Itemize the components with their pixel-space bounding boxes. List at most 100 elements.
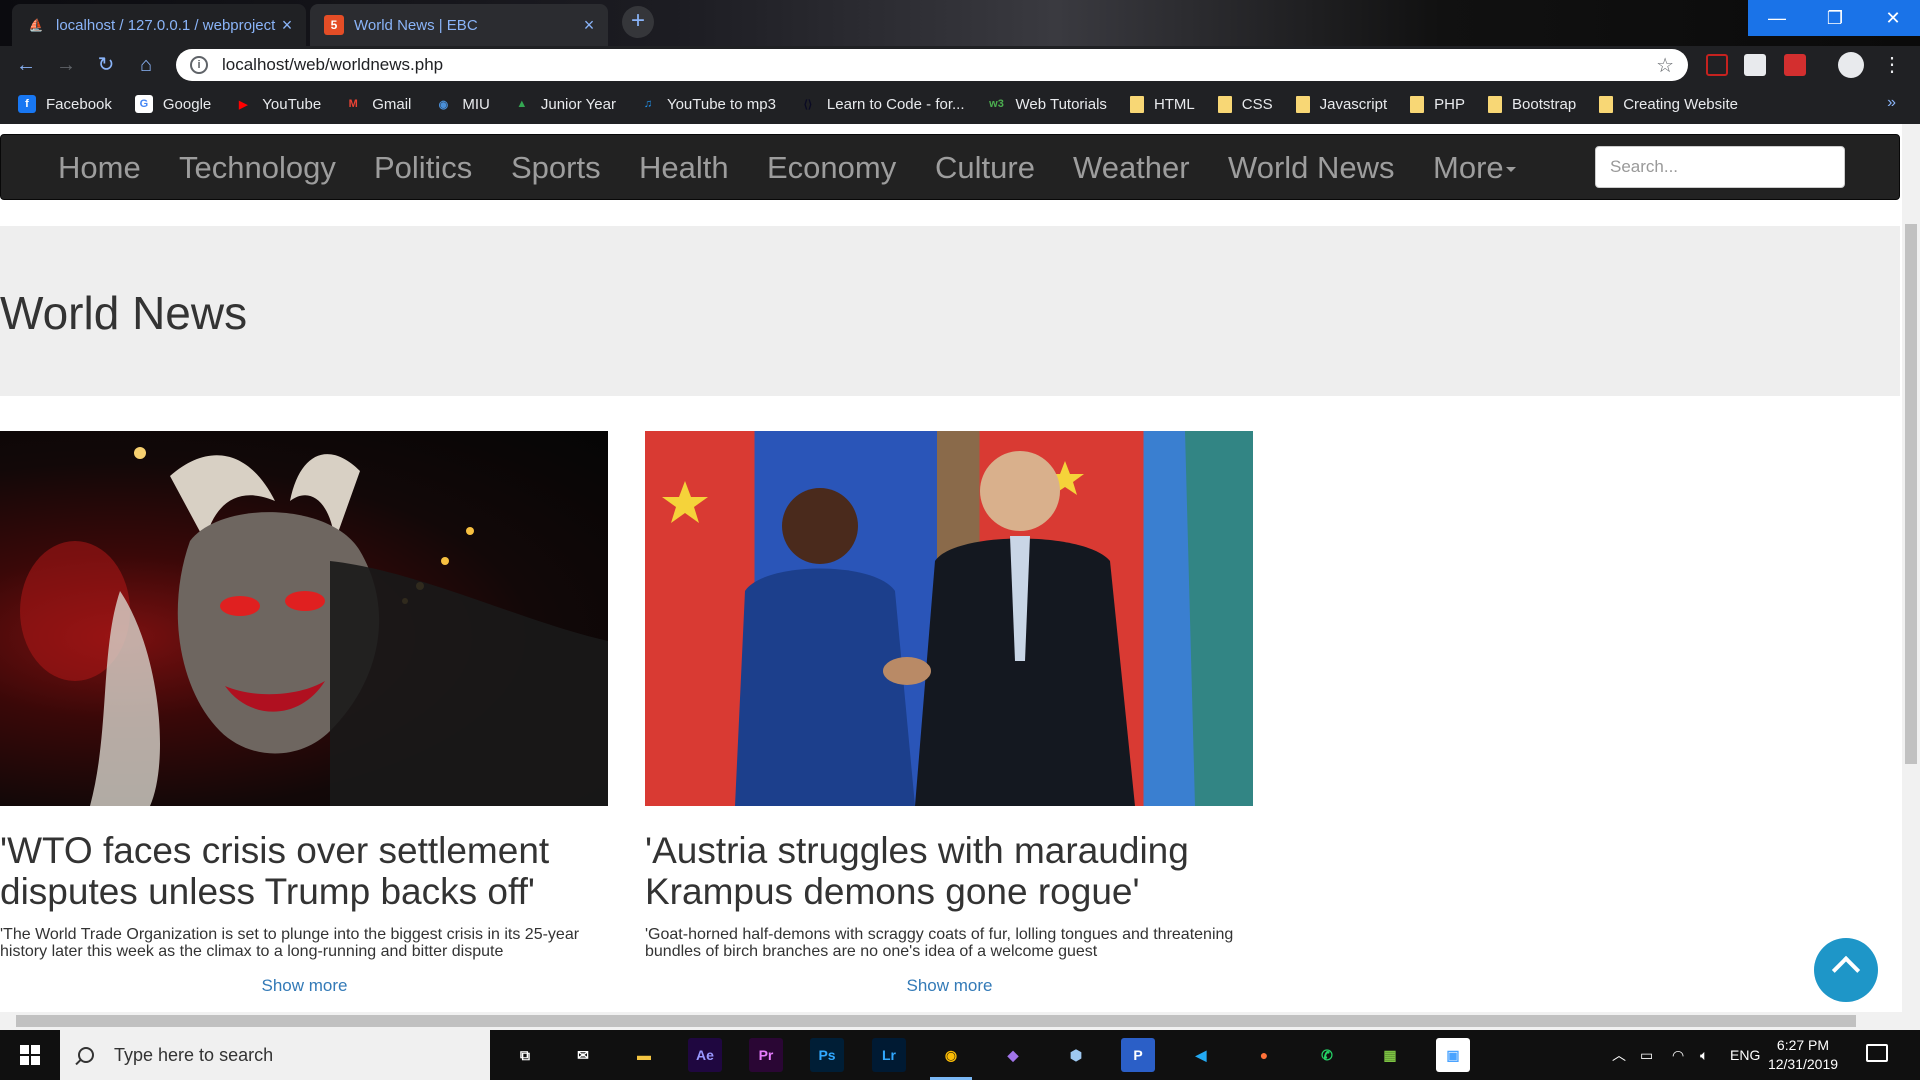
bookmark-label: HTML xyxy=(1153,95,1195,113)
whatsapp-icon[interactable]: ✆ xyxy=(1310,1038,1344,1072)
article-headline[interactable]: 'Austria struggles with marauding Krampu… xyxy=(645,830,1254,912)
new-tab-button[interactable]: + xyxy=(622,6,654,38)
firefox-icon[interactable]: ● xyxy=(1247,1038,1281,1072)
windows-logo-icon xyxy=(20,1045,40,1065)
facebook-icon: f xyxy=(18,95,36,113)
system-clock[interactable]: 6:27 PM 12/31/2019 xyxy=(1758,1036,1848,1074)
minimize-button[interactable]: — xyxy=(1748,0,1806,36)
profile-avatar[interactable] xyxy=(1838,52,1864,78)
back-arrow-icon[interactable]: ← xyxy=(12,51,40,79)
mail-icon[interactable]: ✉ xyxy=(566,1038,600,1072)
bookmark-item[interactable]: G Google xyxy=(134,95,211,113)
bookmark-item[interactable]: f Facebook xyxy=(18,95,112,113)
taskbar-search[interactable] xyxy=(60,1030,490,1080)
bookmark-item[interactable]: ◉ MIU xyxy=(434,95,490,113)
battery-icon[interactable]: ▭ xyxy=(1640,1030,1653,1080)
bookmark-star-icon[interactable]: ☆ xyxy=(1656,53,1674,78)
bookmark-item[interactable]: HTML xyxy=(1129,95,1195,113)
bookmark-item[interactable]: ▲ Junior Year xyxy=(513,95,616,113)
bookmark-item[interactable]: Javascript xyxy=(1295,95,1387,113)
bookmark-label: Web Tutorials xyxy=(1015,95,1107,113)
nav-world-news[interactable]: World News xyxy=(1228,135,1395,201)
show-more-link[interactable]: Show more xyxy=(645,976,1254,996)
freecodecamp-icon: ⟨⟩ xyxy=(803,98,813,111)
browser-tab-world-news[interactable]: 5 World News | EBC × xyxy=(310,4,608,46)
nav-economy[interactable]: Economy xyxy=(767,135,896,201)
image-editor-icon[interactable]: ▦ xyxy=(1373,1038,1407,1072)
site-search-input[interactable] xyxy=(1595,146,1845,188)
pdf-extension-icon[interactable] xyxy=(1706,54,1728,76)
maximize-button[interactable]: ❐ xyxy=(1806,0,1864,36)
file-explorer-icon[interactable]: ▬ xyxy=(627,1038,661,1072)
wifi-icon[interactable]: ◠ xyxy=(1672,1030,1684,1080)
menu-kebab-icon[interactable]: ⋮ xyxy=(1878,51,1906,79)
visual-studio-icon[interactable]: ◆ xyxy=(996,1038,1030,1072)
leaders-handshake-photo xyxy=(645,431,1253,806)
horizontal-scrollbar[interactable] xyxy=(0,1012,1902,1030)
close-window-button[interactable]: ✕ xyxy=(1864,0,1920,36)
bookmark-item[interactable]: Creating Website xyxy=(1599,95,1738,113)
article-summary: 'Goat-horned half-demons with scraggy co… xyxy=(645,926,1234,960)
bookmark-item[interactable]: Bootstrap xyxy=(1488,95,1577,113)
bookmark-label: Creating Website xyxy=(1623,95,1738,113)
scroll-to-top-button[interactable] xyxy=(1814,938,1912,1002)
vscode-icon[interactable]: ◀ xyxy=(1184,1038,1218,1072)
lightroom-icon[interactable]: Lr xyxy=(872,1038,906,1072)
bookmark-item[interactable]: M Gmail xyxy=(344,95,412,113)
bookmarks-overflow-chevron-icon[interactable]: » xyxy=(1887,94,1896,112)
premiere-icon[interactable]: Pr xyxy=(749,1038,783,1072)
bookmark-item[interactable]: CSS xyxy=(1217,95,1273,113)
chrome-icon[interactable]: ◉ xyxy=(930,1038,972,1080)
task-view-icon[interactable]: ⧉ xyxy=(508,1038,542,1072)
bookmark-item[interactable]: ⟨⟩ Learn to Code - for... xyxy=(799,95,965,113)
show-more-link[interactable]: Show more xyxy=(0,976,609,996)
scrollbar-thumb[interactable] xyxy=(1905,224,1917,764)
bookmark-label: YouTube xyxy=(262,95,322,113)
nav-more-dropdown[interactable]: More xyxy=(1433,135,1516,201)
nav-weather[interactable]: Weather xyxy=(1073,135,1190,201)
nav-technology[interactable]: Technology xyxy=(179,135,336,201)
bookmark-item[interactable]: PHP xyxy=(1410,95,1465,113)
nav-politics[interactable]: Politics xyxy=(374,135,472,201)
caret-down-icon xyxy=(1505,167,1516,173)
nav-home[interactable]: Home xyxy=(58,135,141,201)
forward-arrow-icon[interactable]: → xyxy=(52,51,80,79)
close-icon[interactable]: × xyxy=(278,16,296,34)
reload-icon[interactable]: ↻ xyxy=(92,51,120,79)
after-effects-icon[interactable]: Ae xyxy=(688,1038,722,1072)
bookmark-item[interactable]: ▶ YouTube xyxy=(234,95,321,113)
close-icon[interactable]: × xyxy=(580,16,598,34)
bookmarks-bar: f Facebook G Google ▶ YouTube M Gmail ◉ MIU ▲ Junio… xyxy=(0,84,1920,124)
nav-sports[interactable]: Sports xyxy=(511,135,601,201)
krampus-illustration xyxy=(20,447,608,806)
bookmark-item[interactable]: w3 Web Tutorials xyxy=(988,95,1107,113)
3d-viewer-icon[interactable]: ⬢ xyxy=(1059,1038,1093,1072)
info-icon[interactable]: i xyxy=(190,56,208,74)
show-hidden-icons-chevron-icon[interactable]: ︿ xyxy=(1612,1030,1626,1080)
vertical-scrollbar[interactable] xyxy=(1902,124,1920,1030)
word-app-icon[interactable]: P xyxy=(1121,1038,1155,1072)
start-button[interactable] xyxy=(0,1030,60,1080)
bookmark-label: MIU xyxy=(462,95,490,113)
bookmark-label: Bootstrap xyxy=(1512,95,1577,113)
photoshop-icon[interactable]: Ps xyxy=(810,1038,844,1072)
pocket-extension-icon[interactable] xyxy=(1784,54,1806,76)
jumbotron: World News xyxy=(0,226,1900,396)
home-icon[interactable]: ⌂ xyxy=(132,51,160,79)
photos-icon[interactable]: ▣ xyxy=(1436,1038,1470,1072)
scrollbar-thumb[interactable] xyxy=(16,1015,1856,1027)
bookmark-item[interactable]: ♫ YouTube to mp3 xyxy=(639,95,776,113)
address-bar[interactable]: i localhost/web/worldnews.php ☆ xyxy=(176,49,1688,81)
article-headline[interactable]: 'WTO faces crisis over settlement disput… xyxy=(0,830,609,912)
taskbar-search-input[interactable] xyxy=(114,1044,474,1066)
notification-center-icon[interactable] xyxy=(1866,1044,1888,1062)
browser-tab-phpmyadmin[interactable]: ⛵ localhost / 127.0.0.1 / webproject × xyxy=(12,4,306,46)
phpmyadmin-icon: ⛵ xyxy=(28,18,44,32)
folder-icon xyxy=(1488,95,1502,113)
volume-icon[interactable]: 🔈︎ xyxy=(1700,1030,1708,1080)
search-icon xyxy=(78,1047,94,1063)
nav-health[interactable]: Health xyxy=(639,135,729,201)
tabs-extension-icon[interactable] xyxy=(1744,54,1766,76)
language-indicator[interactable]: ENG xyxy=(1730,1030,1760,1080)
nav-culture[interactable]: Culture xyxy=(935,135,1035,201)
